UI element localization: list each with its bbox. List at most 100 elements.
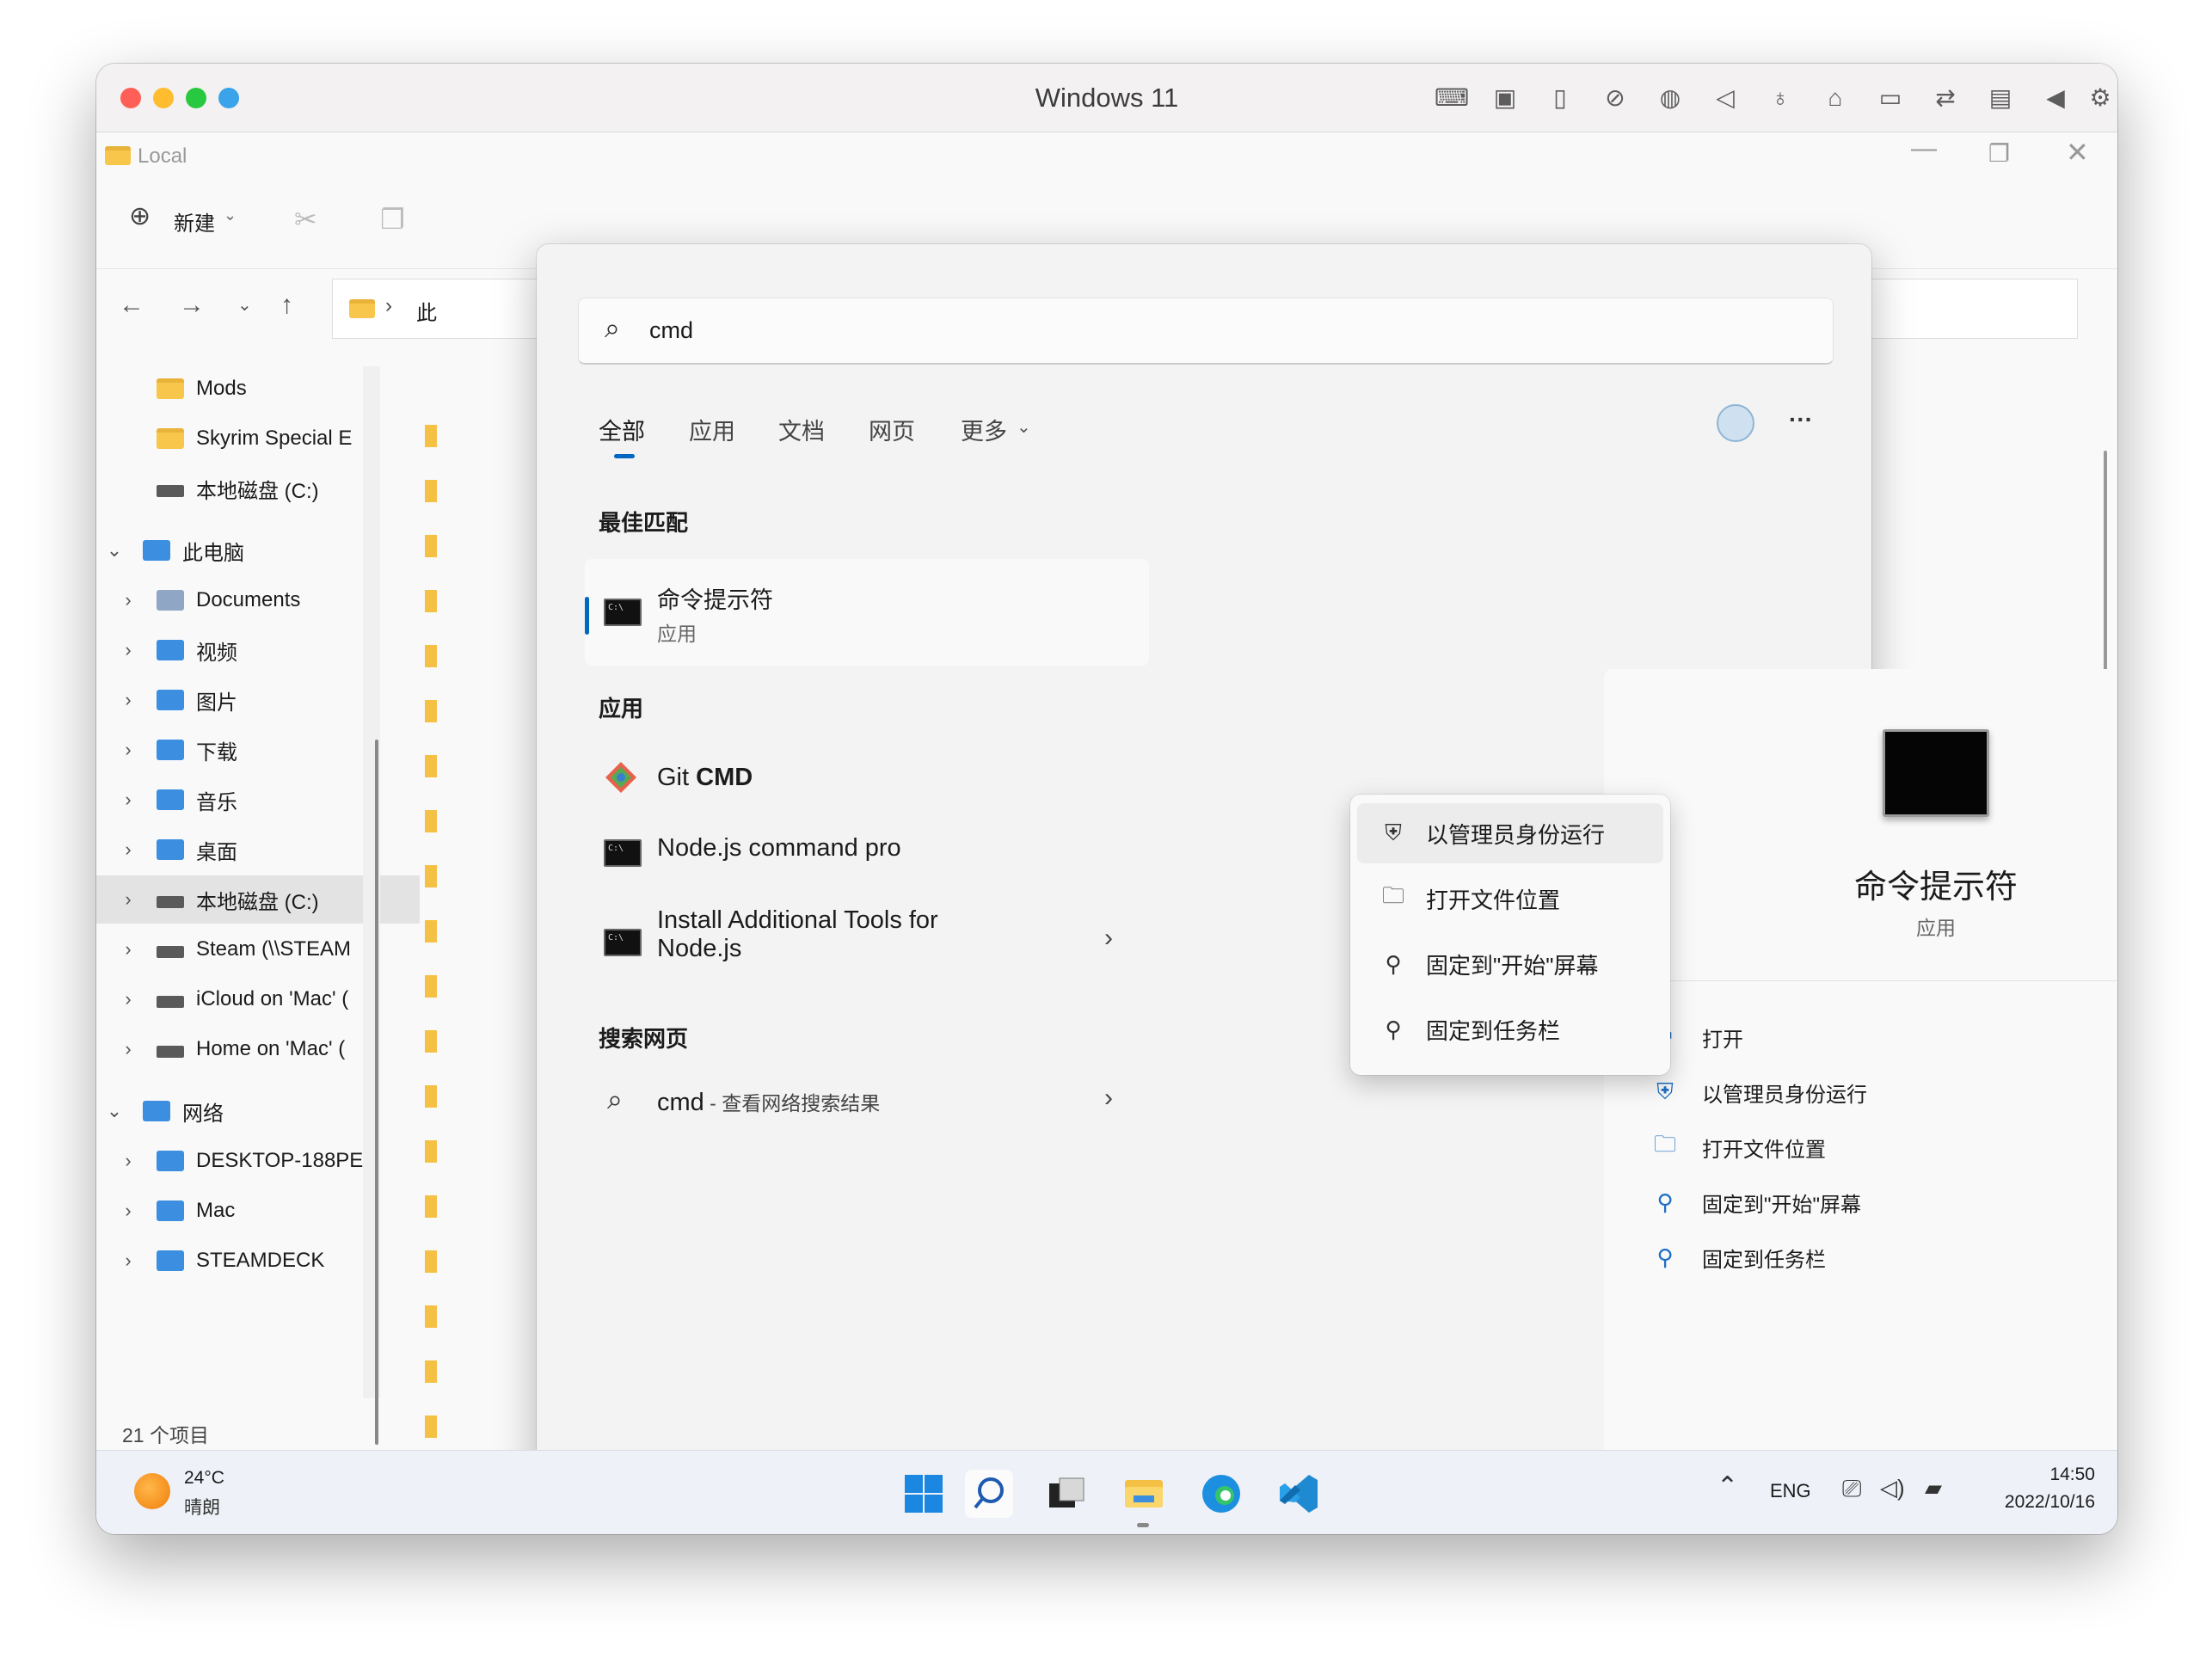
globe-icon[interactable]: ◍	[1655, 83, 1686, 114]
vm-titlebar: Windows 11 ⌨ ▣ ▯ ⊘ ◍ ◁ ♁ ⌂ ▭ ⇄ ▤ ◀ ⚙	[96, 64, 2117, 132]
shared-folder-icon[interactable]: ⇄	[1930, 83, 1961, 114]
recent-chevron-icon[interactable]: ⌄	[237, 294, 252, 316]
chevron-right-icon[interactable]: ›	[119, 1038, 138, 1060]
drive-icon[interactable]: ⌂	[1820, 83, 1851, 114]
weather-temp[interactable]: 24°C	[184, 1468, 224, 1489]
chevron-right-icon[interactable]: ›	[119, 689, 138, 711]
preview-pane: 命令提示符 应用 ↗打开 ⛨以管理员身份运行 🗀打开文件位置 ⚲固定到"开始"屏…	[1604, 669, 2117, 1534]
back-arrow-icon[interactable]: ←	[119, 291, 144, 320]
clock-date[interactable]: 2022/10/16	[1980, 1492, 2095, 1513]
tab-web[interactable]: 网页	[869, 413, 915, 446]
pc-icon	[143, 540, 170, 561]
chevron-right-icon[interactable]: ›	[119, 789, 138, 811]
chevron-right-icon[interactable]: ›	[119, 938, 138, 961]
tab-apps[interactable]: 应用	[689, 413, 735, 446]
web-search-heading: 搜索网页	[599, 1026, 689, 1052]
cut-icon[interactable]: ✂	[294, 203, 317, 236]
input-language[interactable]: ENG	[1770, 1480, 1811, 1502]
chevron-down-icon[interactable]: ⌄	[224, 206, 237, 224]
minimize-button[interactable]: —	[1911, 134, 1937, 163]
task-view-button[interactable]	[1042, 1470, 1091, 1518]
add-icon[interactable]: ⊕	[129, 201, 151, 231]
weather-desc[interactable]: 晴朗	[184, 1494, 220, 1520]
show-hidden-icons-chevron[interactable]: ⌃	[1717, 1471, 1738, 1501]
chevron-right-icon[interactable]: ›	[1104, 1084, 1113, 1113]
breadcrumb[interactable]: 此	[416, 296, 437, 326]
tab-all[interactable]: 全部	[599, 413, 645, 446]
preview-title: 命令提示符	[1853, 869, 2018, 906]
chevron-right-icon[interactable]: ›	[1104, 924, 1113, 953]
close-button[interactable]: ✕	[2066, 136, 2089, 169]
usb-icon[interactable]: ▯	[1545, 83, 1576, 114]
forward-arrow-icon[interactable]: →	[179, 291, 205, 320]
doc-icon	[157, 590, 184, 611]
speaker-icon[interactable]: ◁	[1710, 83, 1741, 114]
chevron-right-icon[interactable]: ›	[119, 1150, 138, 1172]
nav-scrollbar-thumb[interactable]	[375, 740, 378, 1445]
app-result-nodejs-command-prompt[interactable]: Node.js command pro	[657, 834, 915, 863]
battery-icon[interactable]: ▰	[1925, 1475, 1942, 1501]
app-result-git-cmd[interactable]: Git CMD	[657, 764, 753, 792]
chevron-right-icon[interactable]: ›	[119, 739, 138, 761]
sidebar-item[interactable]: ⌄ 网络	[105, 1087, 406, 1135]
chevron-right-icon[interactable]: ›	[119, 988, 138, 1010]
folder-icon: 🗀	[1381, 882, 1404, 908]
chevron-down-icon[interactable]: ⌄	[105, 1100, 124, 1122]
vm-window: Windows 11 ⌨ ▣ ▯ ⊘ ◍ ◁ ♁ ⌂ ▭ ⇄ ▤ ◀ ⚙ Loc…	[96, 64, 2117, 1534]
back-arrow-icon[interactable]: ◀	[2040, 83, 2071, 114]
blue-icon	[157, 839, 184, 860]
video-icon[interactable]: ▭	[1875, 83, 1906, 114]
search-flyout: ⌕ cmd 全部 应用 文档 网页 更多 ⌄ ··· 最佳匹配 命令提示符 应用…	[537, 244, 2117, 1534]
weather-sun-icon[interactable]	[134, 1473, 170, 1509]
avatar[interactable]	[1717, 404, 1754, 442]
restore-button[interactable]: ❐	[1988, 139, 2010, 168]
keyboard-icon[interactable]: ⌨	[1435, 83, 1469, 114]
terminal-icon[interactable]: ▤	[1985, 83, 2016, 114]
search-taskbar-button[interactable]	[965, 1470, 1013, 1518]
edge-browser-button[interactable]	[1197, 1470, 1245, 1518]
cmd-large-icon	[1883, 729, 1989, 817]
tab-documents[interactable]: 文档	[778, 413, 825, 446]
context-menu: ⛨ 以管理员身份运行 🗀 打开文件位置 ⚲ 固定到"开始"屏幕 ⚲ 固定到任务栏	[1350, 795, 1670, 1075]
app-result-install-tools[interactable]: Install Additional Tools for Node.js	[657, 906, 938, 963]
drive-icon	[157, 1046, 184, 1058]
up-arrow-icon[interactable]: ↑	[280, 291, 293, 320]
search-query[interactable]: cmd	[649, 317, 693, 344]
network-icon[interactable]: ⎚	[1842, 1475, 1861, 1503]
menu-item-run-as-admin[interactable]: ⛨ 以管理员身份运行	[1357, 803, 1663, 863]
drive-icon	[157, 485, 184, 497]
chevron-right-icon[interactable]: ›	[119, 888, 138, 911]
menu-item-pin-to-taskbar[interactable]: ⚲ 固定到任务栏	[1357, 999, 1663, 1059]
folder-icon	[157, 378, 184, 399]
new-button[interactable]: 新建	[174, 206, 215, 236]
copy-icon[interactable]: ❐	[380, 203, 405, 236]
chevron-down-icon[interactable]: ⌄	[1017, 416, 1031, 438]
pin-icon: ⚲	[1656, 1244, 1674, 1270]
search-input[interactable]: ⌕ cmd	[578, 298, 1834, 365]
drive-icon	[157, 946, 184, 958]
vscode-button[interactable]	[1275, 1470, 1323, 1518]
blue-icon	[157, 640, 184, 660]
more-options-icon[interactable]: ···	[1789, 406, 1813, 433]
web-search-result[interactable]: cmd - 查看网络搜索结果	[657, 1087, 880, 1117]
settings-gear-icon[interactable]: ⚙	[2085, 83, 2116, 114]
chevron-right-icon[interactable]: ›	[119, 838, 138, 861]
chevron-right-icon[interactable]: ›	[119, 639, 138, 661]
sidebar-item[interactable]: ⌄ 此电脑	[105, 526, 406, 574]
chevron-right-icon[interactable]: ›	[119, 589, 138, 611]
cpu-icon[interactable]: ▣	[1490, 83, 1521, 114]
tab-more[interactable]: 更多	[961, 413, 1007, 446]
clock-time[interactable]: 14:50	[1980, 1465, 2095, 1485]
file-explorer-taskbar-button[interactable]	[1120, 1470, 1168, 1518]
menu-item-pin-to-start[interactable]: ⚲ 固定到"开始"屏幕	[1357, 934, 1663, 994]
chevron-right-icon[interactable]: ›	[119, 1200, 138, 1222]
chevron-right-icon[interactable]: ›	[119, 1250, 138, 1272]
start-button[interactable]	[900, 1470, 948, 1518]
volume-icon[interactable]: ◁)	[1880, 1475, 1905, 1501]
pc-icon	[157, 1250, 184, 1271]
microphone-icon[interactable]: ♁	[1765, 83, 1796, 114]
blue-icon	[157, 690, 184, 710]
no-camera-icon[interactable]: ⊘	[1600, 83, 1631, 114]
menu-item-open-file-location[interactable]: 🗀 打开文件位置	[1357, 869, 1663, 929]
chevron-down-icon[interactable]: ⌄	[105, 539, 124, 562]
